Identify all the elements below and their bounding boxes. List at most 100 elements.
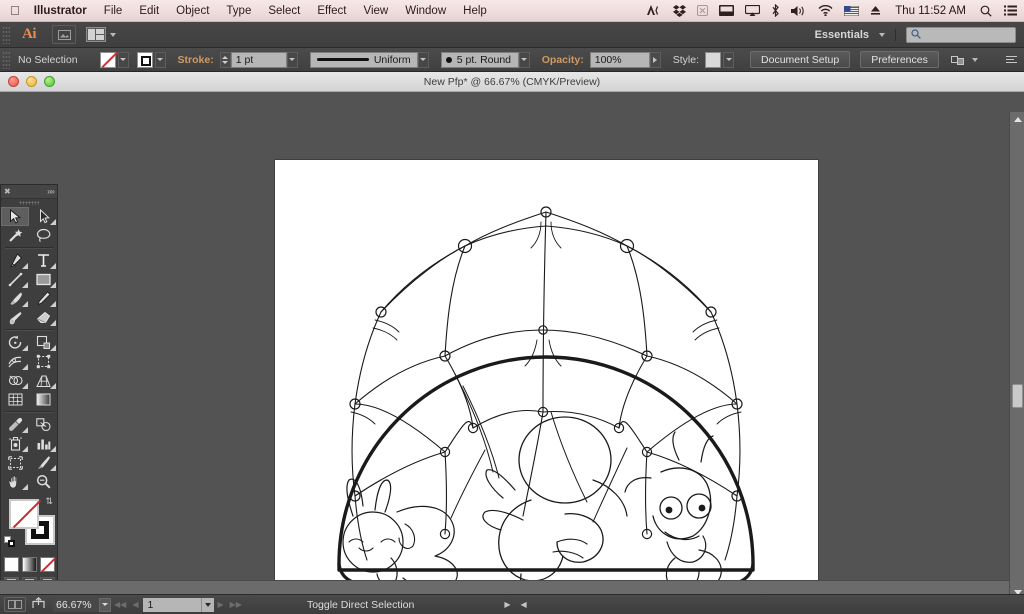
swap-fill-stroke-icon[interactable]: ⇅	[45, 497, 53, 506]
gradient-fill-button[interactable]	[21, 557, 37, 572]
slice-tool[interactable]	[29, 453, 57, 472]
airplay-icon[interactable]	[745, 5, 761, 16]
select-similar-icon[interactable]	[950, 54, 978, 66]
zoom-level-dropdown[interactable]	[99, 597, 111, 612]
color-fill-button[interactable]	[3, 557, 19, 572]
scroll-down-icon[interactable]	[1010, 585, 1024, 594]
gradient-tool[interactable]	[29, 390, 57, 409]
search-icon[interactable]	[980, 5, 992, 17]
artboard-number-field[interactable]: 1	[143, 597, 202, 612]
apple-icon[interactable]: 	[10, 4, 20, 17]
blend-tool[interactable]	[29, 415, 57, 434]
column-graph-tool[interactable]	[29, 434, 57, 453]
document-setup-button[interactable]: Document Setup	[750, 51, 851, 68]
menu-select[interactable]: Select	[268, 5, 300, 17]
eraser-tool[interactable]	[29, 308, 57, 327]
free-transform-tool[interactable]	[29, 352, 57, 371]
share-icon[interactable]	[32, 596, 45, 612]
menu-type[interactable]: Type	[226, 5, 251, 17]
zoom-tool[interactable]	[29, 472, 57, 491]
menu-file[interactable]: File	[104, 5, 123, 17]
horizontal-scrollbar[interactable]	[0, 580, 1009, 594]
menu-edit[interactable]: Edit	[139, 5, 159, 17]
scroll-up-icon[interactable]	[1010, 112, 1024, 127]
blob-brush-tool[interactable]	[1, 308, 29, 327]
display-icon[interactable]	[719, 5, 735, 16]
type-tool[interactable]	[29, 251, 57, 270]
panel-menu-icon[interactable]	[1006, 56, 1017, 63]
fill-dropdown[interactable]	[117, 51, 129, 68]
width-tool[interactable]	[1, 352, 29, 371]
vertical-scrollbar[interactable]	[1009, 112, 1024, 594]
graphic-style-swatch[interactable]	[705, 51, 722, 68]
tools-panel-header[interactable]: ✖ »»	[1, 185, 57, 199]
dropbox-icon[interactable]	[673, 4, 687, 17]
artwork-illustration[interactable]	[275, 160, 818, 594]
none-fill-button[interactable]	[39, 557, 55, 572]
first-artboard-icon[interactable]: ◀◀	[114, 600, 126, 609]
collapse-icon[interactable]: »»	[47, 187, 55, 196]
help-search-input[interactable]	[906, 26, 1016, 43]
controlbar-gripper[interactable]	[2, 50, 10, 69]
tools-panel-grip[interactable]	[1, 199, 57, 207]
close-icon[interactable]: ✖	[4, 187, 11, 196]
symbol-sprayer-tool[interactable]	[1, 434, 29, 453]
input-source-flag-icon[interactable]	[844, 5, 860, 16]
preferences-button[interactable]: Preferences	[860, 51, 939, 68]
brush-combo[interactable]: 5 pt. Round	[440, 51, 519, 68]
rotate-tool[interactable]	[1, 333, 29, 352]
status-next-icon[interactable]: ▶	[504, 600, 510, 609]
next-artboard-icon[interactable]: ▶	[217, 600, 223, 609]
stroke-weight-dropdown[interactable]	[286, 51, 298, 68]
pencil-tool[interactable]	[29, 289, 57, 308]
adobe-cc-icon[interactable]	[647, 5, 662, 16]
stroke-profile-dropdown[interactable]	[417, 51, 429, 68]
menu-effect[interactable]: Effect	[317, 5, 346, 17]
menu-view[interactable]: View	[364, 5, 389, 17]
eyedropper-tool[interactable]	[1, 415, 29, 434]
wifi-icon[interactable]	[818, 5, 833, 16]
menu-object[interactable]: Object	[176, 5, 209, 17]
previous-artboard-icon[interactable]: ◀	[132, 600, 138, 609]
pen-tool[interactable]	[1, 251, 29, 270]
opacity-flyout-button[interactable]	[649, 51, 661, 68]
default-fill-stroke-icon[interactable]	[4, 536, 15, 547]
disabled-app-icon[interactable]	[697, 5, 709, 16]
notification-center-icon[interactable]	[1004, 5, 1017, 16]
appbar-gripper[interactable]	[2, 25, 10, 44]
artboard-indicator-icon[interactable]	[4, 597, 26, 612]
scale-tool[interactable]	[29, 333, 57, 352]
fill-swatch[interactable]	[99, 51, 116, 68]
shape-builder-tool[interactable]	[1, 371, 29, 390]
bluetooth-icon[interactable]	[771, 4, 780, 17]
bridge-icon[interactable]	[52, 25, 76, 44]
arrange-documents-icon[interactable]	[86, 27, 116, 42]
stroke-weight-stepper[interactable]	[219, 51, 231, 68]
status-text[interactable]: Toggle Direct Selection	[307, 599, 414, 611]
magic-wand-tool[interactable]	[1, 226, 29, 245]
rectangle-tool[interactable]	[29, 270, 57, 289]
workspace-switcher[interactable]: Essentials	[815, 28, 896, 41]
zoom-level-field[interactable]: 66.67%	[53, 597, 99, 612]
stroke-dropdown[interactable]	[154, 51, 166, 68]
menu-help[interactable]: Help	[463, 5, 487, 17]
eject-icon[interactable]	[870, 5, 881, 16]
vertical-scroll-thumb[interactable]	[1012, 384, 1023, 408]
brush-dropdown[interactable]	[518, 51, 530, 68]
status-prev-icon[interactable]: ◀	[520, 600, 526, 609]
menu-illustrator[interactable]: Illustrator	[34, 5, 87, 17]
menubar-clock[interactable]: Thu 11:52 AM	[895, 5, 966, 17]
volume-icon[interactable]	[791, 5, 807, 17]
opacity-field[interactable]: 100%	[589, 51, 650, 68]
last-artboard-icon[interactable]: ▶▶	[230, 600, 242, 609]
artboard-tool[interactable]	[1, 453, 29, 472]
stroke-swatch[interactable]	[136, 51, 153, 68]
artboard-number-dropdown[interactable]	[201, 597, 215, 612]
paintbrush-tool[interactable]	[1, 289, 29, 308]
panel-fill-swatch[interactable]	[9, 499, 39, 529]
perspective-grid-tool[interactable]	[29, 371, 57, 390]
stroke-weight-field[interactable]: 1 pt	[230, 51, 287, 68]
canvas-area[interactable]: ✖ »» ⇅	[0, 92, 1024, 594]
lasso-tool[interactable]	[29, 226, 57, 245]
stroke-profile-combo[interactable]: Uniform	[309, 51, 418, 68]
